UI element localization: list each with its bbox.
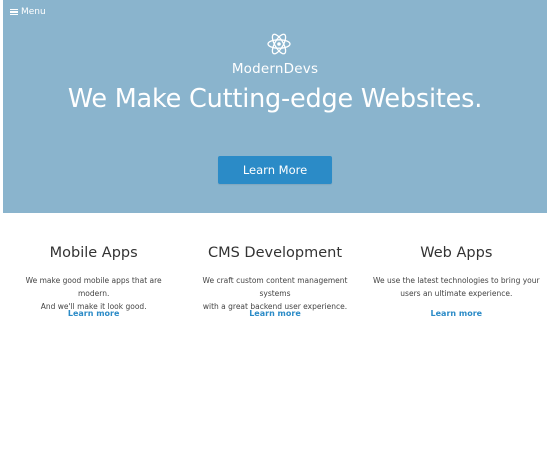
- menu-button[interactable]: Menu: [10, 7, 46, 17]
- page: Menu ModernDevs We Make Cutting-edge Web…: [0, 0, 550, 469]
- feature-description-line: We use the latest technologies to bring …: [373, 276, 540, 285]
- hero-section: Menu ModernDevs We Make Cutting-edge Web…: [3, 0, 547, 213]
- hero-headline: We Make Cutting-edge Websites.: [67, 84, 483, 114]
- feature-cms-development: CMS Development We craft custom content …: [184, 236, 365, 320]
- feature-learn-more-link[interactable]: Learn more: [68, 309, 120, 318]
- feature-title: Mobile Apps: [49, 245, 138, 261]
- feature-web-apps: Web Apps We use the latest technologies …: [366, 236, 547, 320]
- feature-learn-more-link[interactable]: Learn more: [249, 309, 301, 318]
- features-section: Mobile Apps We make good mobile apps tha…: [3, 236, 547, 320]
- menu-label: Menu: [21, 7, 46, 17]
- feature-title: CMS Development: [207, 245, 343, 261]
- feature-learn-more-link[interactable]: Learn more: [431, 309, 483, 318]
- feature-description-line: users an ultimate experience.: [400, 289, 513, 298]
- feature-description: We use the latest technologies to bring …: [372, 274, 541, 300]
- feature-description: We craft custom content management syste…: [190, 274, 359, 311]
- feature-description: We make good mobile apps that are modern…: [9, 274, 178, 311]
- feature-mobile-apps: Mobile Apps We make good mobile apps tha…: [3, 236, 184, 320]
- learn-more-button[interactable]: Learn More: [218, 156, 332, 184]
- hamburger-icon: [10, 8, 18, 16]
- brand-name: ModernDevs: [231, 61, 319, 77]
- feature-description-line: We craft custom content management syste…: [202, 276, 348, 298]
- feature-title: Web Apps: [420, 245, 493, 261]
- atom-icon: [267, 33, 291, 55]
- feature-description-line: We make good mobile apps that are modern…: [25, 276, 162, 298]
